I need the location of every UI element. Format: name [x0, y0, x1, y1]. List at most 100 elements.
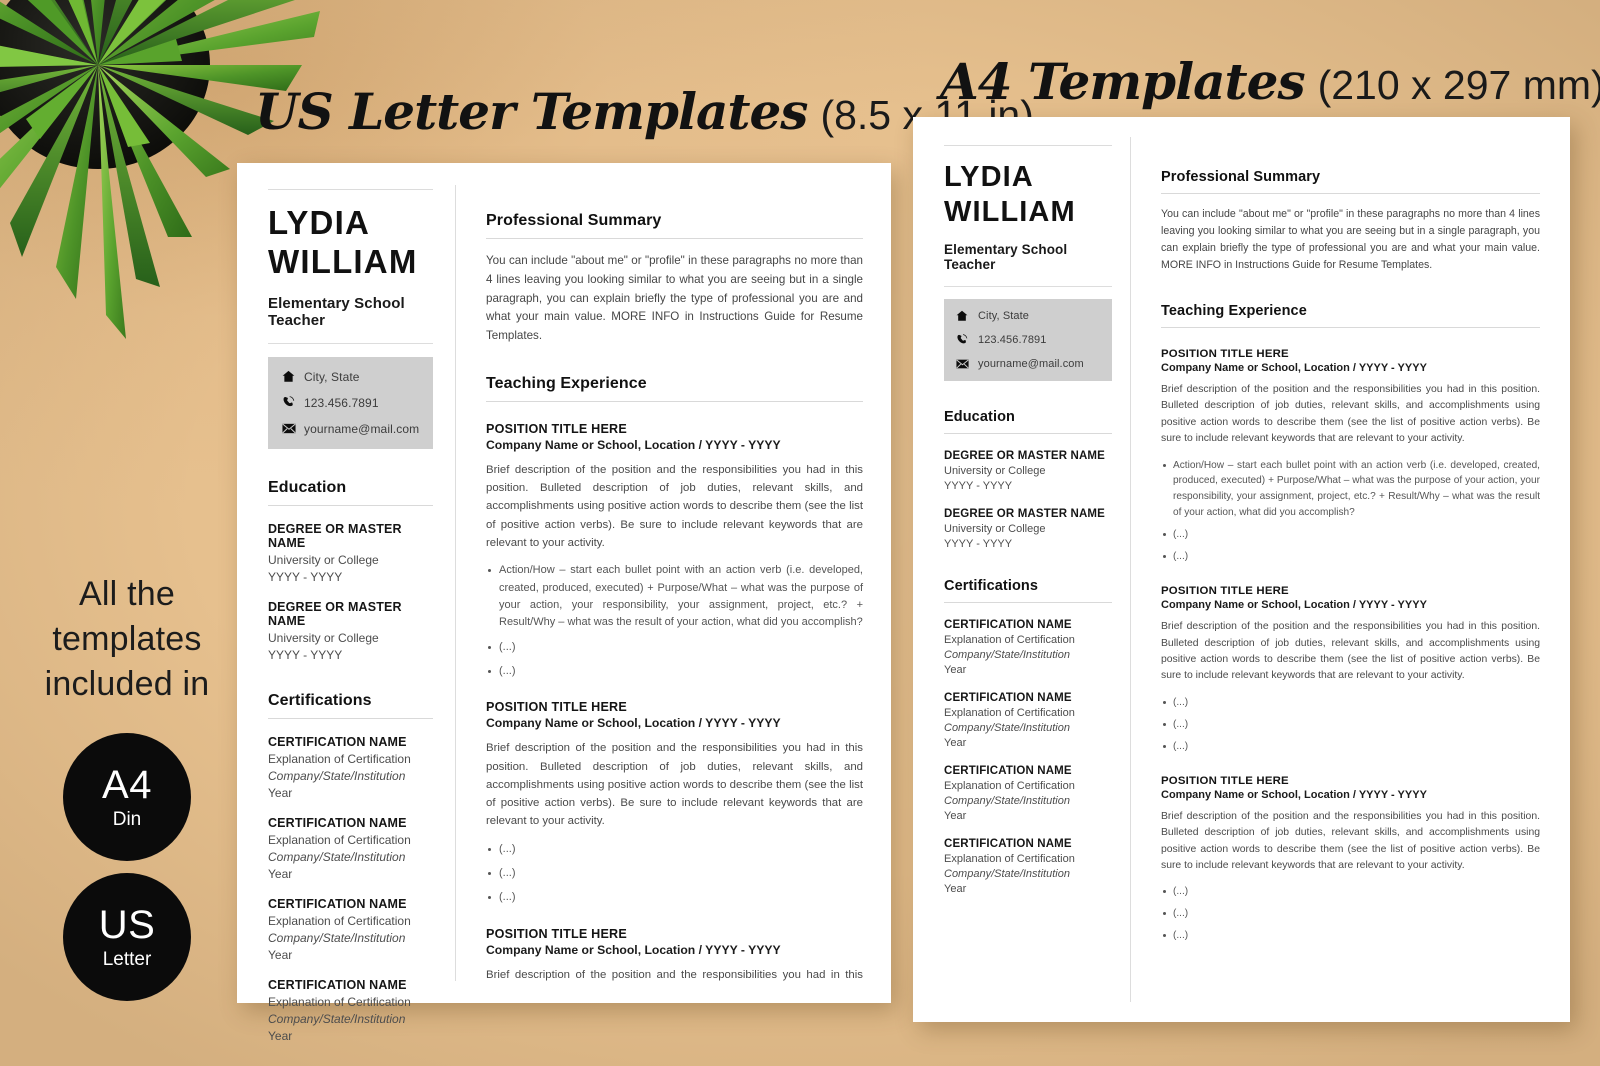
certification-year: Year	[268, 785, 293, 800]
experience-bullet: (...)	[1161, 549, 1540, 565]
phone-icon	[282, 396, 304, 409]
experience-entry: POSITION TITLE HERE Company Name or Scho…	[486, 927, 863, 981]
experience-bullet: (...)	[486, 639, 863, 656]
experience-title: POSITION TITLE HERE	[1161, 347, 1289, 360]
resume-last-name: WILLIAM	[944, 195, 1076, 228]
experience-title: POSITION TITLE HERE	[486, 700, 627, 715]
phone-icon	[956, 333, 978, 346]
certification-institution: Company/State/Institution	[268, 930, 406, 945]
experience-title: POSITION TITLE HERE	[486, 421, 627, 436]
a4-heading: A4 Templates (210 x 297 mm)	[940, 52, 1600, 111]
summary-section: Professional Summary You can include "ab…	[486, 212, 863, 346]
contact-row-location: City, State	[282, 370, 423, 384]
experience-description: Brief description of the position and th…	[1161, 383, 1540, 445]
certification-year: Year	[944, 663, 967, 676]
contact-row-phone: 123.456.7891	[282, 396, 423, 410]
experience-heading: Teaching Experience	[486, 374, 647, 392]
experience-subtitle: Company Name or School, Location / YYYY …	[1161, 788, 1427, 801]
contact-location-value: City, State	[304, 369, 360, 384]
certification-year: Year	[268, 947, 293, 962]
a4-resume-page: LYDIA WILLIAM Elementary School Teacher …	[913, 117, 1570, 1022]
promo-block: All the templates included in A4 Din US …	[18, 572, 236, 1001]
education-heading: Education	[268, 478, 347, 496]
experience-bullet: (...)	[1161, 906, 1540, 922]
summary-body: You can include "about me" or "profile" …	[486, 254, 863, 343]
certification-title: CERTIFICATION NAME	[268, 734, 407, 749]
certification-title: CERTIFICATION NAME	[944, 691, 1072, 704]
education-entry-org: University or College	[944, 522, 1046, 535]
certification-explanation: Explanation of Certification	[268, 832, 411, 847]
education-entry-org: University or College	[268, 630, 379, 645]
summary-rule	[1161, 193, 1540, 194]
resume-last-name: WILLIAM	[268, 242, 418, 280]
certification-explanation: Explanation of Certification	[944, 779, 1075, 792]
mail-icon	[282, 422, 304, 435]
certification-entry: CERTIFICATION NAME Explanation of Certif…	[268, 816, 433, 881]
summary-heading: Professional Summary	[486, 212, 662, 229]
certification-explanation: Explanation of Certification	[268, 994, 411, 1009]
certifications-section: Certifications CERTIFICATION NAME Explan…	[268, 692, 433, 1043]
job-title-rule	[944, 285, 1112, 287]
education-heading: Education	[944, 408, 1015, 425]
us-letter-heading-script: US Letter Templates	[255, 82, 808, 141]
sidebar-top-rule	[944, 145, 1112, 146]
job-title-rule	[268, 342, 433, 344]
experience-description: Brief description of the position and th…	[486, 742, 863, 828]
badge-us-letter: US Letter	[63, 872, 191, 1001]
education-entry: DEGREE OR MASTER NAME University or Coll…	[268, 600, 433, 662]
certification-entry: CERTIFICATION NAME Explanation of Certif…	[268, 897, 433, 962]
certification-institution: Company/State/Institution	[268, 1011, 406, 1026]
experience-description: Brief description of the position and th…	[1161, 810, 1540, 871]
certification-entry: CERTIFICATION NAME Explanation of Certif…	[268, 978, 433, 1043]
contact-row-location: City, State	[956, 310, 1104, 322]
certification-explanation: Explanation of Certification	[268, 913, 411, 928]
contact-row-phone: 123.456.7891	[956, 334, 1104, 346]
experience-bullet: Action/How – start each bullet point wit…	[486, 562, 863, 632]
education-entry: DEGREE OR MASTER NAME University or Coll…	[944, 508, 1112, 550]
experience-bullet: (...)	[1161, 695, 1540, 711]
education-rule	[268, 504, 433, 506]
experience-title: POSITION TITLE HERE	[486, 926, 627, 941]
certification-institution: Company/State/Institution	[268, 768, 406, 783]
experience-description: Brief description of the position and th…	[486, 463, 863, 549]
education-entry: DEGREE OR MASTER NAME University or Coll…	[944, 450, 1112, 492]
certification-institution: Company/State/Institution	[944, 867, 1070, 880]
contact-box: City, State 123.456.7891 yourname@mail.c…	[944, 298, 1112, 381]
experience-bullet: Action/How – start each bullet point wit…	[1161, 458, 1540, 522]
education-entry-title: DEGREE OR MASTER NAME	[268, 599, 402, 628]
education-section: Education DEGREE OR MASTER NAME Universi…	[944, 409, 1112, 550]
badge-a4-main: A4	[102, 762, 152, 807]
experience-entry: POSITION TITLE HERE Company Name or Scho…	[1161, 348, 1540, 565]
contact-row-email: yourname@mail.com	[956, 358, 1104, 370]
contact-location-value: City, State	[978, 309, 1030, 322]
home-icon	[956, 310, 978, 322]
experience-subtitle: Company Name or School, Location / YYYY …	[486, 437, 781, 452]
education-entry-title: DEGREE OR MASTER NAME	[268, 521, 402, 550]
certification-explanation: Explanation of Certification	[944, 633, 1075, 646]
contact-row-email: yourname@mail.com	[282, 422, 423, 436]
education-entry-title: DEGREE OR MASTER NAME	[944, 449, 1105, 462]
resume-first-name: LYDIA	[944, 161, 1034, 193]
certification-institution: Company/State/Institution	[944, 648, 1070, 661]
education-entry-year: YYYY - YYYY	[944, 537, 1013, 550]
resume-main-column: Professional Summary You can include "ab…	[1130, 137, 1570, 1002]
certifications-rule	[944, 601, 1112, 603]
certification-institution: Company/State/Institution	[268, 849, 406, 864]
sidebar-top-rule	[268, 189, 433, 190]
experience-bullets: (...) (...) (...)	[486, 841, 863, 907]
certifications-heading: Certifications	[944, 577, 1039, 594]
experience-entry: POSITION TITLE HERE Company Name or Scho…	[1161, 585, 1540, 755]
certification-title: CERTIFICATION NAME	[268, 896, 407, 911]
badge-a4-din: A4 Din	[63, 732, 191, 861]
education-entry-year: YYYY - YYYY	[268, 647, 343, 662]
contact-email-value: yourname@mail.com	[978, 357, 1084, 370]
experience-title: POSITION TITLE HERE	[1161, 774, 1289, 787]
badge-a4-sub: Din	[112, 808, 142, 830]
certification-entry: CERTIFICATION NAME Explanation of Certif…	[944, 838, 1112, 895]
experience-bullets: (...) (...) (...)	[1161, 884, 1540, 944]
summary-rule	[486, 238, 863, 239]
experience-subtitle: Company Name or School, Location / YYYY …	[486, 942, 781, 957]
experience-entry: POSITION TITLE HERE Company Name or Scho…	[486, 422, 863, 681]
us-letter-resume-page: LYDIA WILLIAM Elementary School Teacher …	[237, 163, 891, 1043]
resume-job-title: Elementary School Teacher	[268, 294, 405, 329]
